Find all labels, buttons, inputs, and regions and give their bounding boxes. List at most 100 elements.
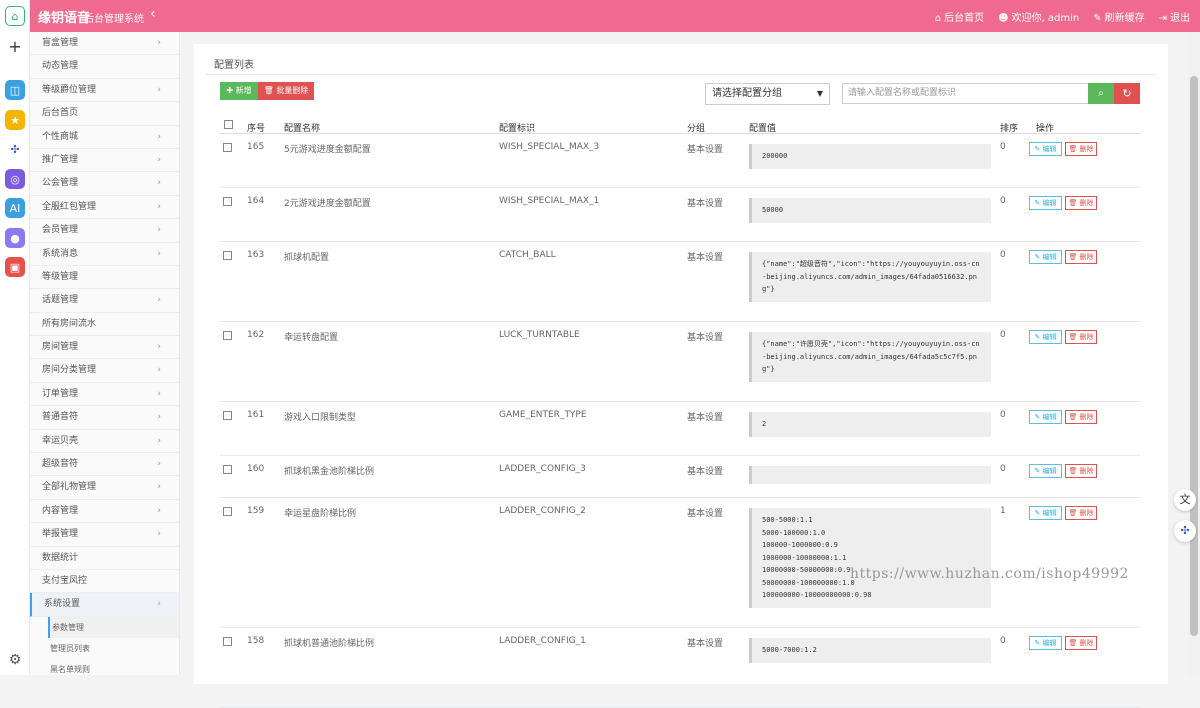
row-checkbox[interactable] (223, 143, 232, 152)
sidebar-item[interactable]: 订单管理 › (30, 383, 179, 407)
edit-button[interactable]: ✎ 编辑 (1029, 636, 1062, 650)
game-app-icon[interactable]: ▣ (5, 257, 25, 277)
network-app-icon[interactable]: ✣ (5, 139, 25, 159)
sidebar-item[interactable]: 会员管理 › (30, 219, 179, 243)
search-button[interactable]: ⌕ (1088, 83, 1114, 104)
network-app-icon[interactable]: ✣ (1174, 520, 1196, 542)
add-button[interactable]: ✚ 新增 (220, 82, 258, 100)
sidebar-item[interactable]: 等级爵位管理 › (30, 79, 179, 103)
row-value[interactable]: 200000 (749, 144, 991, 169)
sidebar-item[interactable]: 数据统计 (30, 547, 179, 570)
row-checkbox[interactable] (223, 251, 232, 260)
delete-button[interactable]: 🗑 删除 (1065, 410, 1097, 424)
row-id: 163 (247, 250, 265, 260)
sidebar-item[interactable]: 内容管理 › (30, 500, 179, 524)
row-checkbox[interactable] (223, 331, 232, 340)
plus-icon[interactable]: + (5, 36, 25, 56)
sidebar-item[interactable]: 系统消息 › (30, 243, 179, 266)
delete-button[interactable]: 🗑 删除 (1065, 506, 1097, 520)
refresh-button[interactable]: ↻ (1114, 83, 1140, 104)
sidebar-item[interactable]: 推广管理 › (30, 149, 179, 173)
row-sort: 0 (1000, 636, 1006, 646)
delete-button[interactable]: 🗑 删除 (1065, 196, 1097, 210)
row-id: 165 (247, 142, 265, 152)
sidebar-item[interactable]: 房间管理 › (30, 336, 179, 360)
row-sort: 0 (1000, 410, 1006, 420)
sidebar-item[interactable]: 系统设置 › (30, 593, 179, 617)
sidebar-item[interactable]: 所有房间流水 (30, 313, 179, 337)
chevron-right-icon: › (157, 295, 161, 306)
sidebar-item[interactable]: 普通音符 › (30, 406, 179, 430)
edit-button[interactable]: ✎ 编辑 (1029, 196, 1062, 210)
chat-app-icon[interactable]: ◫ (5, 80, 25, 100)
row-checkbox[interactable] (223, 411, 232, 420)
delete-button[interactable]: 🗑 删除 (1065, 330, 1097, 344)
scrollbar-thumb[interactable] (1190, 76, 1198, 636)
home-icon[interactable]: ⌂ (5, 6, 25, 26)
sidebar-item[interactable]: 公会管理 › (30, 172, 179, 196)
top-link-user[interactable]: ☻ 欢迎你, admin (998, 9, 1079, 24)
sidebar-item[interactable]: 超级音符 › (30, 453, 179, 477)
edit-button[interactable]: ✎ 编辑 (1029, 330, 1062, 344)
sidebar-item[interactable]: 幸运贝壳 › (30, 430, 179, 454)
chevron-right-icon: › (157, 131, 161, 142)
sidebar-subitem[interactable]: 管理员列表 (30, 638, 179, 659)
delete-button[interactable]: 🗑 删除 (1065, 250, 1097, 264)
row-key: LADDER_CONFIG_2 (499, 506, 586, 516)
row-value[interactable]: {"name":"许愿贝壳","icon":"https://youyouyuy… (749, 332, 991, 382)
row-value[interactable]: 5000-7000:1.2 (749, 638, 991, 663)
row-value[interactable]: 2 (749, 412, 991, 437)
row-id: 159 (247, 506, 265, 516)
sidebar-item[interactable]: 举报管理 › (30, 523, 179, 547)
sidebar-item[interactable]: 全部礼物管理 › (30, 476, 179, 500)
delete-button[interactable]: 🗑 删除 (1065, 636, 1097, 650)
edit-button[interactable]: ✎ 编辑 (1029, 410, 1062, 424)
row-sort: 0 (1000, 464, 1006, 474)
top-link-home[interactable]: ⌂ 后台首页 (935, 9, 984, 24)
edit-button[interactable]: ✎ 编辑 (1029, 142, 1062, 156)
row-checkbox[interactable] (223, 507, 232, 516)
row-value[interactable]: {"name":"超级音符","icon":"https://youyouyuy… (749, 252, 991, 302)
row-value[interactable] (749, 466, 991, 484)
settings-icon[interactable]: ⚙ (5, 650, 25, 670)
sidebar-subitem[interactable]: 黑名单规则 (30, 659, 179, 680)
row-group: 基本设置 (687, 253, 724, 263)
select-all-checkbox[interactable] (224, 120, 233, 129)
translate-icon[interactable]: 文 (1174, 489, 1196, 511)
delete-button[interactable]: 🗑 删除 (1065, 142, 1097, 156)
sidebar-item[interactable]: 全服红包管理 › (30, 196, 179, 220)
sidebar-item[interactable]: 后台首页 (30, 102, 179, 126)
chevron-right-icon: › (157, 248, 161, 259)
group-select[interactable]: 请选择配置分组 ▼ (705, 83, 830, 105)
ai-assistant-icon[interactable]: AI (5, 198, 25, 218)
sidebar-item[interactable]: 房间分类管理 › (30, 359, 179, 383)
chevron-right-icon: › (157, 459, 161, 470)
bulk-delete-button[interactable]: 🗑 批量删除 (258, 82, 314, 100)
sidebar-item[interactable]: 话题管理 › (30, 289, 179, 313)
row-checkbox[interactable] (223, 465, 232, 474)
row-key: CATCH_BALL (499, 250, 556, 260)
bot-app-icon[interactable]: ● (5, 228, 25, 248)
search-input[interactable]: 请输入配置名称或配置标识 (842, 83, 1089, 104)
sidebar-item[interactable]: 动态管理 (30, 55, 179, 79)
sidebar-item[interactable]: 盲盒管理 › (30, 32, 179, 56)
scrollbar[interactable] (1188, 32, 1200, 675)
delete-button[interactable]: 🗑 删除 (1065, 464, 1097, 478)
edit-button[interactable]: ✎ 编辑 (1029, 250, 1062, 264)
sidebar-item[interactable]: 支付宝风控 (30, 570, 179, 594)
row-value[interactable]: 50000 (749, 198, 991, 223)
sidebar-subitem[interactable]: 参数管理 (48, 616, 179, 638)
row-checkbox[interactable] (223, 637, 232, 646)
ai-app-icon[interactable]: ◎ (5, 169, 25, 189)
collapse-sidebar-icon[interactable]: ‹ (150, 6, 156, 22)
sidebar-item[interactable]: 个性商城 › (30, 126, 179, 149)
sidebar-item[interactable]: 等级管理 (30, 266, 179, 290)
top-link-logout[interactable]: ⇥ 退出 (1159, 9, 1190, 24)
row-checkbox[interactable] (223, 197, 232, 206)
top-link-refresh-cache[interactable]: ✎ 刷新缓存 (1093, 9, 1144, 24)
star-app-icon[interactable]: ★ (5, 110, 25, 130)
edit-button[interactable]: ✎ 编辑 (1029, 464, 1062, 478)
row-key: LADDER_CONFIG_3 (499, 464, 586, 474)
edit-button[interactable]: ✎ 编辑 (1029, 506, 1062, 520)
row-value[interactable]: 500-5000:1.1 5000-100000:1.0 100000-1000… (749, 508, 991, 608)
